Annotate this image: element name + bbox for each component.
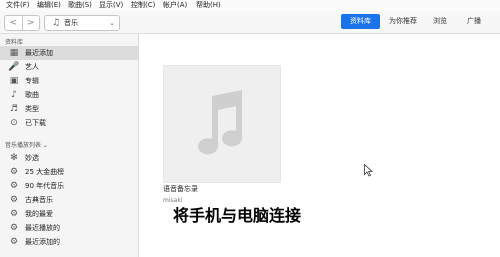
menu-help[interactable]: 帮助(H): [196, 0, 221, 11]
toolbar: < > ♫ 音乐 ⌄: [0, 11, 500, 34]
forward-button[interactable]: >: [23, 16, 40, 30]
gear-icon: ⚙: [9, 223, 19, 233]
sidebar-item-90s[interactable]: ⚙ 90 年代音乐: [0, 179, 138, 193]
tab-library[interactable]: 资料库: [341, 14, 380, 29]
gear-icon: ⚙: [9, 181, 19, 191]
genius-icon: ✻: [10, 153, 18, 163]
tab-for-you[interactable]: 为你推荐: [383, 14, 423, 29]
sidebar-item-label: 最近添加的: [25, 238, 60, 246]
music-note-icon: [198, 90, 243, 155]
menu-account[interactable]: 帐户(A): [163, 0, 187, 11]
menu-controls[interactable]: 控制(C): [131, 0, 155, 11]
sidebar-item-label: 专辑: [25, 77, 39, 85]
sidebar-item-label: 我的最爱: [25, 210, 53, 218]
library-section-title: 资料库: [5, 39, 24, 46]
sidebar-item-classical[interactable]: ⚙ 古典音乐: [0, 193, 138, 207]
chevron-updown-icon: ⌄: [109, 19, 115, 27]
download-icon: ⊙: [10, 118, 18, 128]
sidebar-item-top25[interactable]: ⚙ 25 大金曲榜: [0, 165, 138, 179]
playlists-section-title[interactable]: 音乐播放列表 ⌄: [5, 140, 48, 149]
sidebar-item-label: 最近添加: [25, 49, 53, 57]
sidebar-item-label: 最近播放的: [25, 224, 60, 232]
gear-icon: ⚙: [9, 209, 19, 219]
gear-icon: ⚙: [9, 167, 19, 177]
sidebar-item-label: 25 大金曲榜: [25, 168, 65, 176]
microphone-icon: 🎤: [8, 62, 20, 72]
menu-view[interactable]: 显示(V): [99, 0, 123, 11]
sidebar-item-favorites[interactable]: ⚙ 我的最爱: [0, 207, 138, 221]
mouse-cursor-icon: [364, 164, 373, 177]
sidebar-item-albums[interactable]: ▣ 专辑: [0, 74, 138, 88]
album-icon: ▣: [9, 76, 19, 86]
back-button[interactable]: <: [5, 16, 23, 30]
sidebar-item-label: 古典音乐: [25, 196, 53, 204]
main-content: 语音备忘录 misaki 将手机与电脑连接: [139, 34, 500, 257]
sidebar-item-label: 90 年代音乐: [25, 182, 65, 190]
tab-browse[interactable]: 浏览: [428, 14, 452, 29]
sidebar-item-downloaded[interactable]: ⊙ 已下载: [0, 116, 138, 130]
sidebar-item-artists[interactable]: 🎤 艺人: [0, 60, 138, 74]
gear-icon: ⚙: [9, 195, 19, 205]
tab-radio[interactable]: 广播: [461, 14, 487, 29]
sidebar-item-recently-added-playlist[interactable]: ⚙ 最近添加的: [0, 235, 138, 249]
sidebar: 资料库 ▦ 最近添加 🎤 艺人 ▣ 专辑 ♪ 歌曲 ♬ 类型 ⊙ 已下载 音乐播…: [0, 34, 139, 257]
sidebar-item-label: 类型: [25, 105, 39, 113]
music-note-icon: ♪: [11, 90, 17, 100]
menu-file[interactable]: 文件(F): [6, 0, 30, 11]
menu-song[interactable]: 歌曲(S): [68, 0, 92, 11]
calendar-grid-icon: ▦: [9, 48, 19, 58]
sidebar-item-label: 歌曲: [25, 91, 39, 99]
album-artwork[interactable]: [163, 65, 281, 183]
sidebar-item-recently-added[interactable]: ▦ 最近添加: [0, 46, 138, 60]
sidebar-item-songs[interactable]: ♪ 歌曲: [0, 88, 138, 102]
genre-icon: ♬: [9, 104, 19, 114]
sidebar-item-label: 艺人: [25, 63, 39, 71]
gear-icon: ⚙: [9, 237, 19, 247]
music-note-icon: ♫: [52, 18, 61, 28]
video-caption: 将手机与电脑连接: [173, 206, 302, 225]
menu-edit[interactable]: 编辑(E): [37, 0, 61, 11]
media-type-select[interactable]: ♫ 音乐 ⌄: [44, 15, 120, 31]
sidebar-item-recently-played[interactable]: ⚙ 最近播放的: [0, 221, 138, 235]
media-type-label: 音乐: [64, 19, 78, 27]
sidebar-item-label: 妙选: [25, 154, 39, 162]
sidebar-item-genius[interactable]: ✻ 妙选: [0, 151, 138, 165]
nav-buttons: < >: [4, 15, 40, 31]
album-title[interactable]: 语音备忘录: [163, 184, 198, 194]
sidebar-item-label: 已下载: [25, 119, 46, 127]
sidebar-item-genres[interactable]: ♬ 类型: [0, 102, 138, 116]
